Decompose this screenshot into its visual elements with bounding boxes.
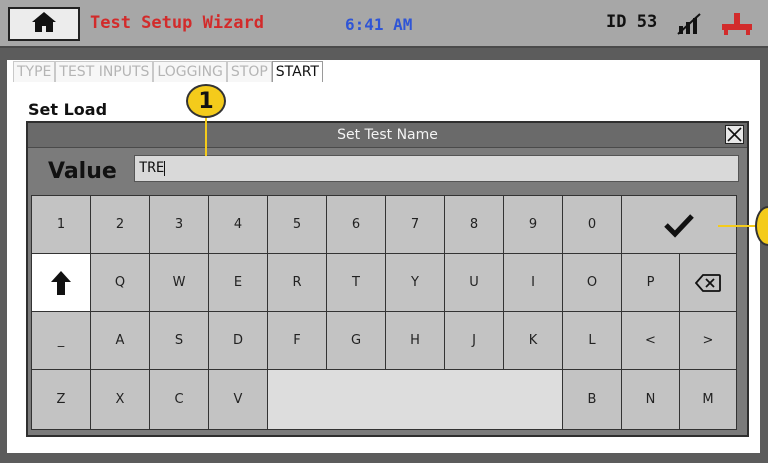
key-x[interactable]: X <box>90 369 150 430</box>
value-input[interactable]: TRE <box>134 155 739 182</box>
checkmark-icon <box>664 213 694 238</box>
key-v[interactable]: V <box>208 369 268 430</box>
backspace-icon <box>695 273 721 292</box>
header-bar: Test Setup Wizard 6:41 AM ID 53 <box>0 0 768 48</box>
status-icons <box>676 12 760 36</box>
tab-test-inputs[interactable]: TEST INPUTS <box>55 61 154 82</box>
shift-arrow-icon <box>51 270 71 295</box>
on-screen-keyboard: 1 2 3 4 5 6 7 8 9 0 Q W E R T Y U I O P … <box>31 195 737 430</box>
key-2[interactable]: 2 <box>90 195 150 254</box>
dialog-close-button[interactable] <box>725 125 744 144</box>
key-0[interactable]: 0 <box>562 195 622 254</box>
key-1[interactable]: 1 <box>31 195 91 254</box>
key-q[interactable]: Q <box>90 253 150 312</box>
backspace-key[interactable] <box>679 253 737 312</box>
key-f[interactable]: F <box>267 311 327 370</box>
section-label: Set Load <box>28 100 108 119</box>
app-title: Test Setup Wizard <box>90 13 264 33</box>
fixture-icon <box>720 12 754 40</box>
key-s[interactable]: S <box>149 311 209 370</box>
key-h[interactable]: H <box>385 311 445 370</box>
device-id: ID 53 <box>606 12 658 32</box>
key-w[interactable]: W <box>149 253 209 312</box>
text-cursor <box>164 160 166 176</box>
key-3[interactable]: 3 <box>149 195 209 254</box>
key-9[interactable]: 9 <box>503 195 563 254</box>
key-p[interactable]: P <box>621 253 680 312</box>
key-underscore[interactable]: _ <box>31 311 91 370</box>
callout-1: 1 <box>186 84 226 118</box>
home-button[interactable] <box>8 7 80 41</box>
tab-start[interactable]: START <box>271 61 323 82</box>
dialog-title: Set Test Name <box>28 123 747 148</box>
clock-time: 6:41 AM <box>345 15 413 34</box>
key-less-than[interactable]: < <box>621 311 680 370</box>
key-r[interactable]: R <box>267 253 327 312</box>
callout-2-leader <box>718 225 760 227</box>
tab-type[interactable]: TYPE <box>13 61 56 82</box>
close-icon <box>727 127 742 142</box>
key-g[interactable]: G <box>326 311 386 370</box>
key-5[interactable]: 5 <box>267 195 327 254</box>
key-z[interactable]: Z <box>31 369 91 430</box>
network-disconnected-icon <box>676 12 706 40</box>
home-icon <box>31 11 57 37</box>
key-m[interactable]: M <box>679 369 737 430</box>
key-6[interactable]: 6 <box>326 195 386 254</box>
callout-1-leader <box>205 112 207 156</box>
tab-stop[interactable]: STOP <box>226 61 272 82</box>
key-k[interactable]: K <box>503 311 563 370</box>
key-greater-than[interactable]: > <box>679 311 737 370</box>
tab-logging[interactable]: LOGGING <box>153 61 227 82</box>
key-u[interactable]: U <box>444 253 504 312</box>
key-e[interactable]: E <box>208 253 268 312</box>
shift-key[interactable] <box>31 253 91 312</box>
key-7[interactable]: 7 <box>385 195 445 254</box>
key-t[interactable]: T <box>326 253 386 312</box>
space-bar[interactable] <box>267 369 563 430</box>
value-label: Value <box>48 159 117 184</box>
key-c[interactable]: C <box>149 369 209 430</box>
key-l[interactable]: L <box>562 311 622 370</box>
key-y[interactable]: Y <box>385 253 445 312</box>
key-j[interactable]: J <box>444 311 504 370</box>
key-i[interactable]: I <box>503 253 563 312</box>
key-8[interactable]: 8 <box>444 195 504 254</box>
wizard-tabs: TYPE TEST INPUTS LOGGING STOP START <box>13 61 323 82</box>
key-a[interactable]: A <box>90 311 150 370</box>
key-4[interactable]: 4 <box>208 195 268 254</box>
key-b[interactable]: B <box>562 369 622 430</box>
value-text: TRE <box>139 160 165 176</box>
key-o[interactable]: O <box>562 253 622 312</box>
key-d[interactable]: D <box>208 311 268 370</box>
key-n[interactable]: N <box>621 369 680 430</box>
